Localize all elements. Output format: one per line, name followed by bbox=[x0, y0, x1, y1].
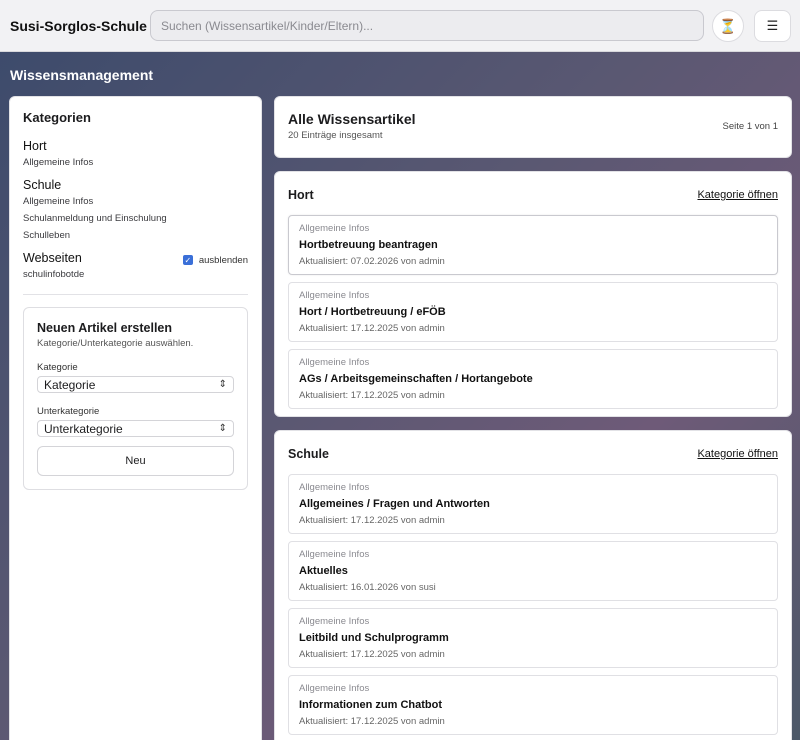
hide-checkbox[interactable]: ✓ bbox=[182, 255, 193, 265]
category-group-hort: Hort Allgemeine Infos bbox=[23, 139, 248, 168]
article-meta: Aktualisiert: 16.01.2026 von susi bbox=[299, 582, 436, 593]
article-category: Allgemeine Infos bbox=[299, 223, 370, 234]
article-meta: Aktualisiert: 17.12.2025 von admin bbox=[299, 649, 445, 660]
category-hort[interactable]: Hort bbox=[23, 139, 248, 153]
hourglass-icon: ⏳ bbox=[719, 17, 737, 34]
hamburger-menu-icon: ☰ bbox=[766, 18, 779, 33]
article-title: AGs / Arbeitsgemeinschaften / Hortangebo… bbox=[299, 373, 533, 385]
categories-title: Kategorien bbox=[23, 110, 91, 125]
entry-count: 20 Einträge insgesamt bbox=[288, 130, 383, 141]
subcategory-select-value: Unterkategorie bbox=[44, 421, 123, 436]
section-schule: Schule Kategorie öffnen Allgemeine Infos… bbox=[274, 430, 792, 740]
subcategory-link[interactable]: Allgemeine Infos bbox=[23, 196, 248, 207]
article-meta: Aktualisiert: 17.12.2025 von admin bbox=[299, 390, 445, 401]
category-group-webseiten: Webseiten ✓ ausblenden schulinfobotde bbox=[23, 251, 248, 280]
category-label: Kategorie bbox=[37, 362, 78, 373]
article-meta: Aktualisiert: 07.02.2026 von admin bbox=[299, 256, 445, 267]
article-title: Leitbild und Schulprogramm bbox=[299, 632, 449, 644]
menu-button[interactable]: ☰ bbox=[754, 10, 791, 42]
article-meta: Aktualisiert: 17.12.2025 von admin bbox=[299, 716, 445, 727]
app-title[interactable]: Susi-Sorglos-Schule bbox=[10, 18, 147, 34]
summary-title: Alle Wissensartikel bbox=[288, 111, 416, 127]
article-card[interactable]: Allgemeine Infos Aktuelles Aktualisiert:… bbox=[288, 541, 778, 601]
subcategory-link[interactable]: schulinfobotde bbox=[23, 269, 248, 280]
new-article-title: Neuen Artikel erstellen bbox=[37, 321, 173, 335]
summary-card: Alle Wissensartikel 20 Einträge insgesam… bbox=[274, 96, 792, 158]
category-select-value: Kategorie bbox=[44, 377, 96, 392]
new-article-form: Neuen Artikel erstellen Kategorie/Unterk… bbox=[23, 307, 248, 490]
hourglass-button[interactable]: ⏳ bbox=[712, 10, 744, 42]
article-card[interactable]: Allgemeine Infos Leitbild und Schulprogr… bbox=[288, 608, 778, 668]
subcategory-link[interactable]: Schulanmeldung und Einschulung bbox=[23, 213, 248, 224]
section-title: Hort bbox=[288, 188, 314, 202]
article-category: Allgemeine Infos bbox=[299, 549, 370, 560]
open-category-link[interactable]: Kategorie öffnen bbox=[697, 448, 778, 460]
subcategory-link[interactable]: Allgemeine Infos bbox=[23, 157, 248, 168]
article-card[interactable]: Allgemeine Infos Informationen zum Chatb… bbox=[288, 675, 778, 735]
article-title: Allgemeines / Fragen und Antworten bbox=[299, 498, 490, 510]
subcategory-link[interactable]: Schulleben bbox=[23, 230, 248, 241]
hide-toggle[interactable]: ✓ ausblenden bbox=[182, 254, 248, 266]
categories-panel: Kategorien Hort Allgemeine Infos Schule … bbox=[9, 96, 262, 740]
category-webseiten[interactable]: Webseiten bbox=[23, 251, 82, 265]
article-card[interactable]: Allgemeine Infos AGs / Arbeitsgemeinscha… bbox=[288, 349, 778, 409]
article-meta: Aktualisiert: 17.12.2025 von admin bbox=[299, 323, 445, 334]
section-hort: Hort Kategorie öffnen Allgemeine Infos H… bbox=[274, 171, 792, 417]
new-article-subtitle: Kategorie/Unterkategorie auswählen. bbox=[37, 338, 194, 349]
top-bar: Susi-Sorglos-Schule Suchen (Wissensartik… bbox=[0, 0, 800, 52]
article-card[interactable]: Allgemeine Infos Hortbetreuung beantrage… bbox=[288, 215, 778, 275]
select-chevron-icon: ⇕ bbox=[218, 423, 227, 434]
article-category: Allgemeine Infos bbox=[299, 357, 370, 368]
search-input[interactable]: Suchen (Wissensartikel/Kinder/Eltern)... bbox=[150, 10, 704, 41]
category-schule[interactable]: Schule bbox=[23, 178, 248, 192]
category-group-schule: Schule Allgemeine Infos Schulanmeldung u… bbox=[23, 178, 248, 241]
subcategory-label: Unterkategorie bbox=[37, 406, 100, 417]
select-chevron-icon: ⇕ bbox=[218, 379, 227, 390]
article-title: Informationen zum Chatbot bbox=[299, 699, 442, 711]
section-title: Schule bbox=[288, 447, 329, 461]
article-category: Allgemeine Infos bbox=[299, 482, 370, 493]
page-title: Wissensmanagement bbox=[10, 67, 154, 83]
article-title: Aktuelles bbox=[299, 565, 348, 577]
open-category-link[interactable]: Kategorie öffnen bbox=[697, 189, 778, 201]
hide-label: ausblenden bbox=[198, 254, 248, 266]
subcategory-select[interactable]: Unterkategorie ⇕ bbox=[37, 420, 234, 437]
article-title: Hortbetreuung beantragen bbox=[299, 239, 438, 251]
article-title: Hort / Hortbetreuung / eFÖB bbox=[299, 306, 446, 318]
article-meta: Aktualisiert: 17.12.2025 von admin bbox=[299, 515, 445, 526]
article-card[interactable]: Allgemeine Infos Allgemeines / Fragen un… bbox=[288, 474, 778, 534]
article-category: Allgemeine Infos bbox=[299, 616, 370, 627]
page-info: Seite 1 von 1 bbox=[722, 121, 778, 132]
article-category: Allgemeine Infos bbox=[299, 683, 370, 694]
new-article-button[interactable]: Neu bbox=[37, 446, 234, 476]
category-select[interactable]: Kategorie ⇕ bbox=[37, 376, 234, 393]
article-card[interactable]: Allgemeine Infos Hort / Hortbetreuung / … bbox=[288, 282, 778, 342]
divider bbox=[23, 294, 248, 295]
article-category: Allgemeine Infos bbox=[299, 290, 370, 301]
